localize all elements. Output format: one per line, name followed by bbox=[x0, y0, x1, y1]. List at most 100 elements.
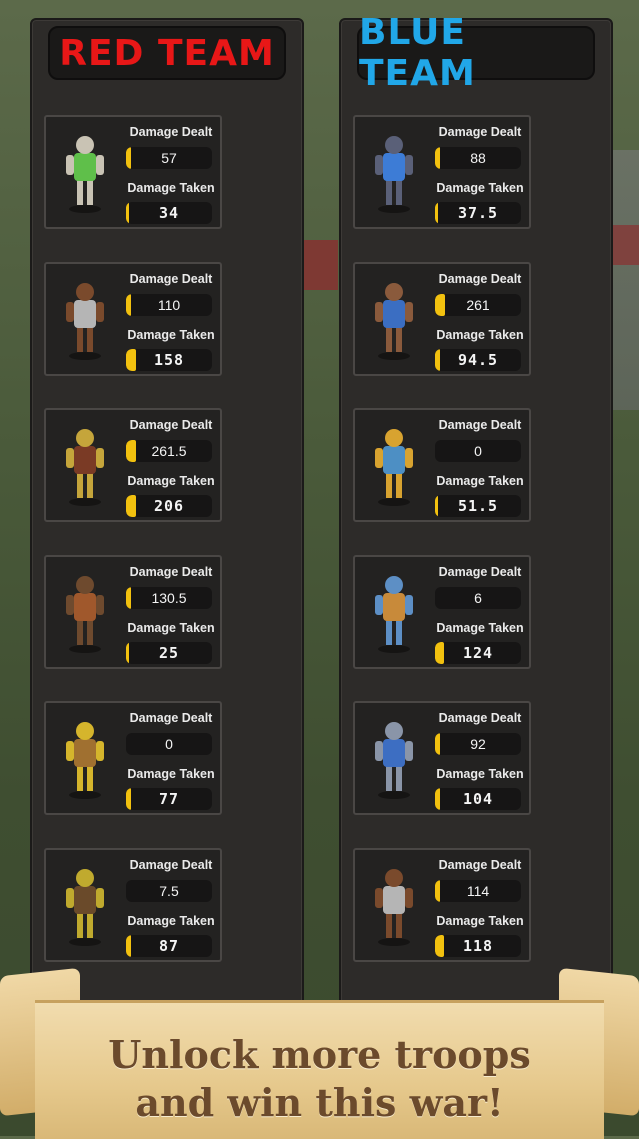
horse-rider-icon bbox=[66, 283, 104, 360]
damage-dealt-value: 110 bbox=[157, 297, 181, 313]
red-team-panel: RED TEAM Damage Dealt 57 Damage Taken 34 Dam… bbox=[30, 18, 304, 1032]
spear-shield-warrior-icon bbox=[66, 576, 104, 653]
red-unit-card[interactable]: Damage Dealt 130.5 Damage Taken 25 bbox=[44, 555, 222, 669]
damage-dealt-value: 130.5 bbox=[151, 590, 187, 606]
damage-taken-box: 25 bbox=[126, 642, 212, 664]
club-brute-icon bbox=[66, 869, 104, 946]
background-roof bbox=[300, 240, 338, 290]
damage-taken-box: 124 bbox=[435, 642, 521, 664]
damage-dealt-label: Damage Dealt bbox=[129, 418, 213, 432]
damage-dealt-label: Damage Dealt bbox=[129, 858, 213, 872]
promo-banner: Unlock more troops and win this war! bbox=[0, 967, 639, 1139]
unit-portrait bbox=[359, 713, 429, 801]
unit-portrait bbox=[50, 860, 120, 948]
damage-dealt-box: 110 bbox=[126, 294, 212, 316]
banner-line-1: Unlock more troops bbox=[108, 1032, 531, 1077]
damage-taken-label: Damage Taken bbox=[127, 328, 215, 342]
damage-dealt-label: Damage Dealt bbox=[438, 418, 522, 432]
damage-taken-box: 158 bbox=[126, 349, 212, 371]
damage-taken-value: 94.5 bbox=[457, 351, 499, 369]
damage-dealt-box: 130.5 bbox=[126, 587, 212, 609]
damage-dealt-box: 261 bbox=[435, 294, 521, 316]
damage-taken-label: Damage Taken bbox=[127, 767, 215, 781]
damage-dealt-box: 0 bbox=[126, 733, 212, 755]
damage-taken-value: 25 bbox=[158, 644, 180, 662]
damage-dealt-value: 261.5 bbox=[151, 443, 187, 459]
red-unit-card[interactable]: Damage Dealt 7.5 Damage Taken 87 bbox=[44, 848, 222, 962]
unit-portrait bbox=[359, 567, 429, 655]
damage-taken-value: 206 bbox=[153, 497, 185, 515]
damage-dealt-label: Damage Dealt bbox=[129, 125, 213, 139]
damage-dealt-label: Damage Dealt bbox=[438, 125, 522, 139]
damage-dealt-label: Damage Dealt bbox=[438, 858, 522, 872]
red-team-title: RED TEAM bbox=[48, 26, 286, 80]
damage-taken-label: Damage Taken bbox=[436, 621, 524, 635]
damage-dealt-box: 114 bbox=[435, 880, 521, 902]
damage-taken-box: 34 bbox=[126, 202, 212, 224]
background-roof-right bbox=[609, 225, 639, 265]
unit-portrait bbox=[50, 274, 120, 362]
unit-portrait bbox=[50, 567, 120, 655]
damage-taken-label: Damage Taken bbox=[127, 621, 215, 635]
damage-dealt-label: Damage Dealt bbox=[438, 565, 522, 579]
red-unit-card[interactable]: Damage Dealt 110 Damage Taken 158 bbox=[44, 262, 222, 376]
blue-unit-card[interactable]: Damage Dealt 0 Damage Taken 51.5 bbox=[353, 408, 531, 522]
damage-dealt-label: Damage Dealt bbox=[129, 711, 213, 725]
damage-taken-value: 51.5 bbox=[457, 497, 499, 515]
damage-dealt-value: 88 bbox=[470, 150, 486, 166]
damage-taken-value: 37.5 bbox=[457, 204, 499, 222]
blue-unit-card[interactable]: Damage Dealt 92 Damage Taken 104 bbox=[353, 701, 531, 815]
damage-dealt-box: 88 bbox=[435, 147, 521, 169]
damage-taken-box: 77 bbox=[126, 788, 212, 810]
armored-knight-icon bbox=[375, 136, 413, 213]
yellow-brute-icon bbox=[66, 722, 104, 799]
damage-dealt-label: Damage Dealt bbox=[129, 565, 213, 579]
red-unit-card[interactable]: Damage Dealt 0 Damage Taken 77 bbox=[44, 701, 222, 815]
damage-taken-value: 87 bbox=[158, 937, 180, 955]
damage-taken-value: 124 bbox=[462, 644, 494, 662]
damage-taken-box: 94.5 bbox=[435, 349, 521, 371]
unit-portrait bbox=[50, 127, 120, 215]
axe-shield-warrior-icon bbox=[66, 429, 104, 506]
blue-unit-card[interactable]: Damage Dealt 88 Damage Taken 37.5 bbox=[353, 115, 531, 229]
red-team-title-text: RED TEAM bbox=[59, 32, 275, 74]
damage-dealt-value: 0 bbox=[474, 443, 482, 459]
blue-team-title-text: BLUE TEAM bbox=[359, 12, 476, 94]
damage-taken-box: 206 bbox=[126, 495, 212, 517]
unit-portrait bbox=[359, 860, 429, 948]
damage-taken-box: 87 bbox=[126, 935, 212, 957]
unit-portrait bbox=[359, 274, 429, 362]
blue-unit-card[interactable]: Damage Dealt 6 Damage Taken 124 bbox=[353, 555, 531, 669]
red-unit-card[interactable]: Damage Dealt 261.5 Damage Taken 206 bbox=[44, 408, 222, 522]
damage-taken-box: 37.5 bbox=[435, 202, 521, 224]
unit-portrait bbox=[359, 127, 429, 215]
shield-spearman-icon bbox=[375, 283, 413, 360]
damage-dealt-value: 7.5 bbox=[159, 883, 179, 899]
yellow-brawler-icon bbox=[375, 429, 413, 506]
damage-dealt-box: 57 bbox=[126, 147, 212, 169]
damage-dealt-box: 261.5 bbox=[126, 440, 212, 462]
damage-dealt-value: 6 bbox=[474, 590, 482, 606]
damage-taken-box: 104 bbox=[435, 788, 521, 810]
damage-taken-label: Damage Taken bbox=[127, 474, 215, 488]
damage-dealt-label: Damage Dealt bbox=[438, 711, 522, 725]
unit-portrait bbox=[50, 713, 120, 801]
damage-dealt-value: 57 bbox=[161, 150, 177, 166]
damage-taken-label: Damage Taken bbox=[127, 181, 215, 195]
damage-taken-value: 104 bbox=[462, 790, 494, 808]
golem-icon bbox=[66, 136, 104, 213]
club-warrior-icon bbox=[375, 576, 413, 653]
damage-dealt-label: Damage Dealt bbox=[129, 272, 213, 286]
blue-unit-card[interactable]: Damage Dealt 114 Damage Taken 118 bbox=[353, 848, 531, 962]
damage-taken-box: 118 bbox=[435, 935, 521, 957]
blue-unit-card[interactable]: Damage Dealt 261 Damage Taken 94.5 bbox=[353, 262, 531, 376]
damage-taken-label: Damage Taken bbox=[436, 914, 524, 928]
damage-taken-label: Damage Taken bbox=[436, 328, 524, 342]
damage-dealt-box: 6 bbox=[435, 587, 521, 609]
damage-dealt-value: 92 bbox=[470, 736, 486, 752]
damage-dealt-value: 114 bbox=[466, 883, 490, 899]
damage-dealt-box: 92 bbox=[435, 733, 521, 755]
red-unit-card[interactable]: Damage Dealt 57 Damage Taken 34 bbox=[44, 115, 222, 229]
damage-taken-label: Damage Taken bbox=[127, 914, 215, 928]
unit-portrait bbox=[50, 420, 120, 508]
